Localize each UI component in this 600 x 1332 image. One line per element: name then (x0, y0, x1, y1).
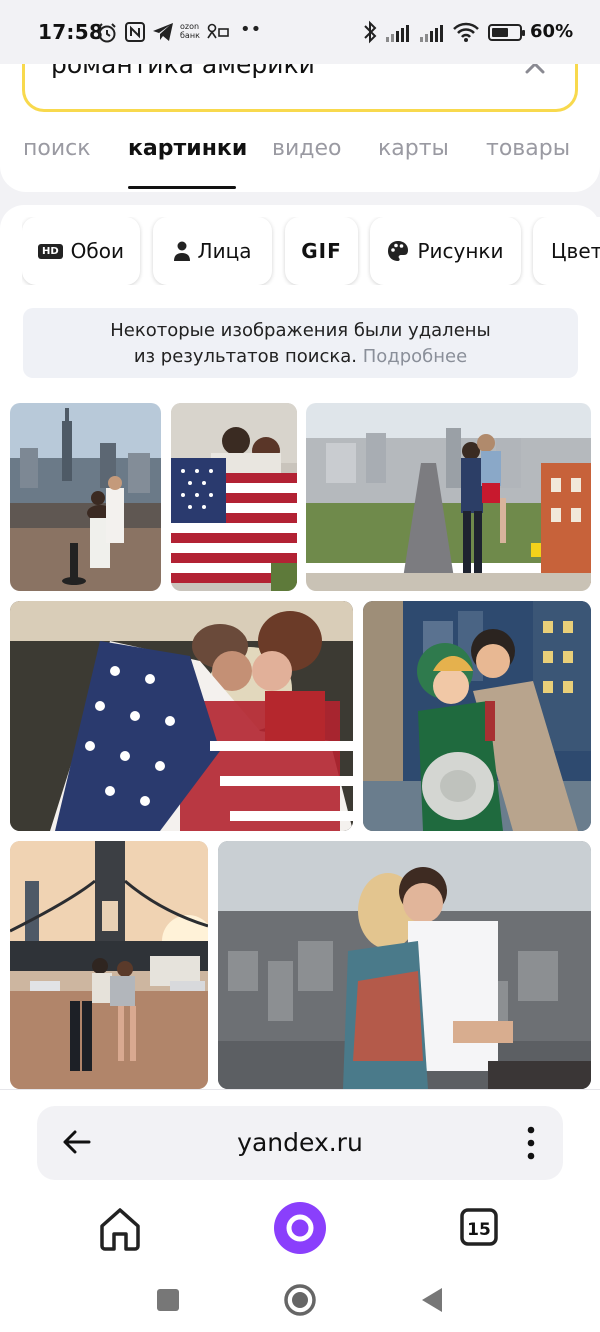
address-bar[interactable]: yandex.ru (37, 1106, 563, 1180)
back-triangle-icon[interactable] (412, 1280, 452, 1320)
recent-apps-icon[interactable] (148, 1280, 188, 1320)
image-result[interactable] (10, 841, 208, 1089)
tabs-button[interactable]: 15 (450, 1198, 510, 1258)
alice-assistant-icon[interactable] (270, 1198, 330, 1258)
image-result[interactable] (10, 403, 161, 591)
more-vertical-icon[interactable] (527, 1126, 535, 1160)
home-circle-icon[interactable] (280, 1280, 320, 1320)
image-result[interactable] (10, 601, 353, 831)
image-result[interactable] (171, 403, 297, 591)
image-result[interactable] (218, 841, 591, 1089)
image-result[interactable] (363, 601, 591, 831)
home-icon[interactable] (90, 1198, 150, 1258)
url-text[interactable]: yandex.ru (37, 1128, 563, 1157)
browser-bottom-bar: yandex.ru 15 (0, 1089, 600, 1332)
image-result[interactable] (306, 403, 591, 591)
tab-count: 15 (467, 1220, 491, 1240)
image-grid (0, 0, 600, 1100)
